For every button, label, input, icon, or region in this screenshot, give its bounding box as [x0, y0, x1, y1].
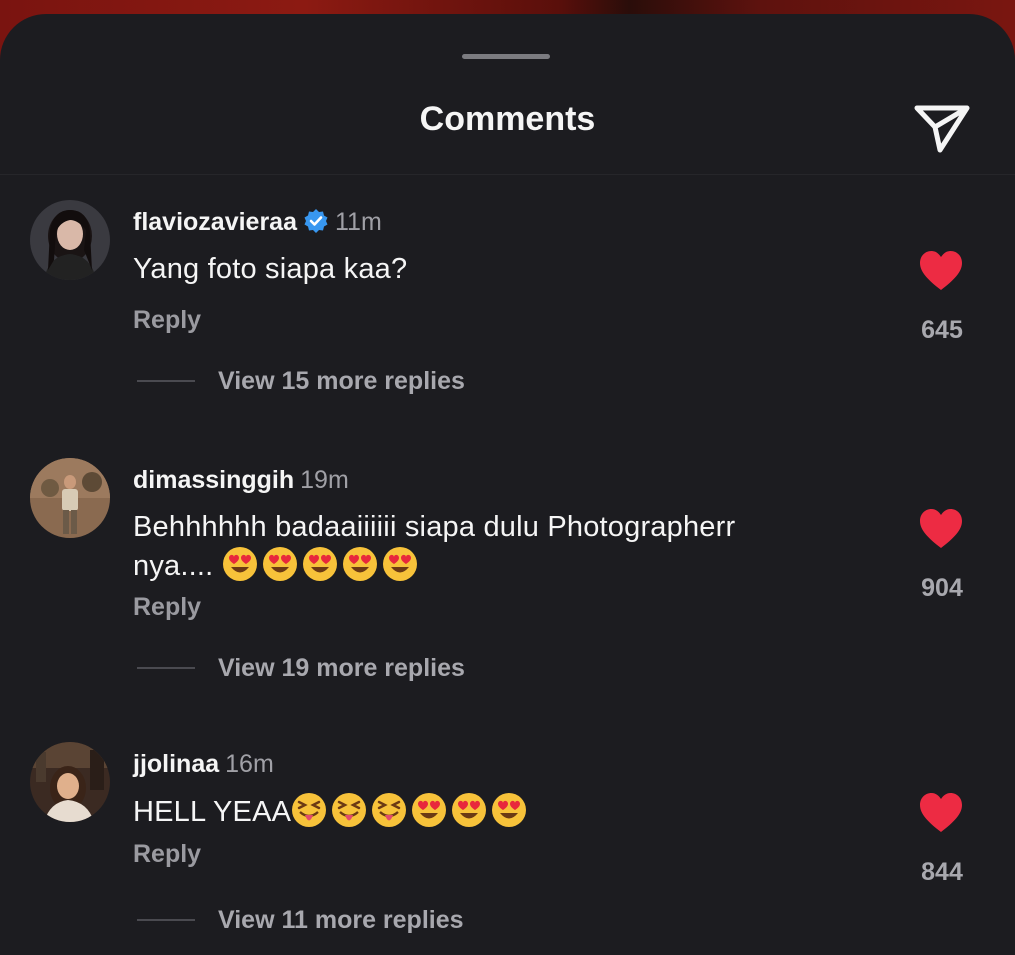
- username[interactable]: flaviozavieraa: [133, 208, 297, 236]
- heart-eyes-emoji-icon: [342, 546, 378, 582]
- heart-eyes-emoji-icon: [411, 792, 447, 828]
- paper-plane-icon[interactable]: [912, 100, 972, 156]
- heart-eyes-emoji-icon: [451, 792, 487, 828]
- avatar[interactable]: [30, 742, 110, 822]
- replies-divider: [137, 919, 195, 921]
- heart-icon[interactable]: [918, 508, 964, 550]
- heart-icon[interactable]: [918, 250, 964, 292]
- sheet-title: Comments: [419, 100, 596, 138]
- comment-text: Behhhhhh badaaiiiiii siapa dulu Photogra…: [133, 508, 823, 585]
- replies-divider: [137, 380, 195, 382]
- timestamp: 16m: [225, 750, 274, 778]
- view-replies-button[interactable]: View 15 more replies: [218, 367, 465, 396]
- comment-body: Yang foto siapa kaa?: [133, 253, 408, 285]
- squinting-tongue-emoji-icon: [291, 792, 327, 828]
- timestamp: 11m: [335, 208, 382, 236]
- like-count: 904: [921, 574, 963, 602]
- heart-eyes-emoji-icon: [491, 792, 527, 828]
- avatar[interactable]: [30, 200, 110, 280]
- heart-eyes-emoji-icon: [382, 546, 418, 582]
- header-divider: [0, 174, 1015, 175]
- like-count: 844: [921, 858, 963, 886]
- comment-text: Yang foto siapa kaa?: [133, 250, 823, 288]
- reply-button[interactable]: Reply: [133, 840, 201, 869]
- timestamp: 19m: [300, 466, 349, 494]
- username[interactable]: dimassinggih: [133, 466, 294, 494]
- comment-text: HELL YEAA: [133, 792, 823, 831]
- heart-eyes-emoji-icon: [222, 546, 258, 582]
- comment-meta: jjolinaa 16m: [133, 750, 274, 779]
- comment-meta: dimassinggih 19m: [133, 466, 349, 495]
- sheet-grabber[interactable]: [462, 54, 550, 59]
- reply-button[interactable]: Reply: [133, 306, 201, 335]
- username[interactable]: jjolinaa: [133, 750, 219, 778]
- heart-icon[interactable]: [918, 792, 964, 834]
- heart-eyes-emoji-icon: [302, 546, 338, 582]
- heart-eyes-emoji-icon: [262, 546, 298, 582]
- squinting-tongue-emoji-icon: [371, 792, 407, 828]
- squinting-tongue-emoji-icon: [331, 792, 367, 828]
- verified-badge-icon: [303, 208, 329, 234]
- view-replies-button[interactable]: View 19 more replies: [218, 654, 465, 683]
- comment-meta: flaviozavieraa 11m: [133, 208, 382, 237]
- replies-divider: [137, 667, 195, 669]
- reply-button[interactable]: Reply: [133, 593, 201, 622]
- comment-body: HELL YEAA: [133, 796, 292, 828]
- view-replies-button[interactable]: View 11 more replies: [218, 906, 464, 935]
- like-count: 645: [921, 316, 963, 344]
- avatar[interactable]: [30, 458, 110, 538]
